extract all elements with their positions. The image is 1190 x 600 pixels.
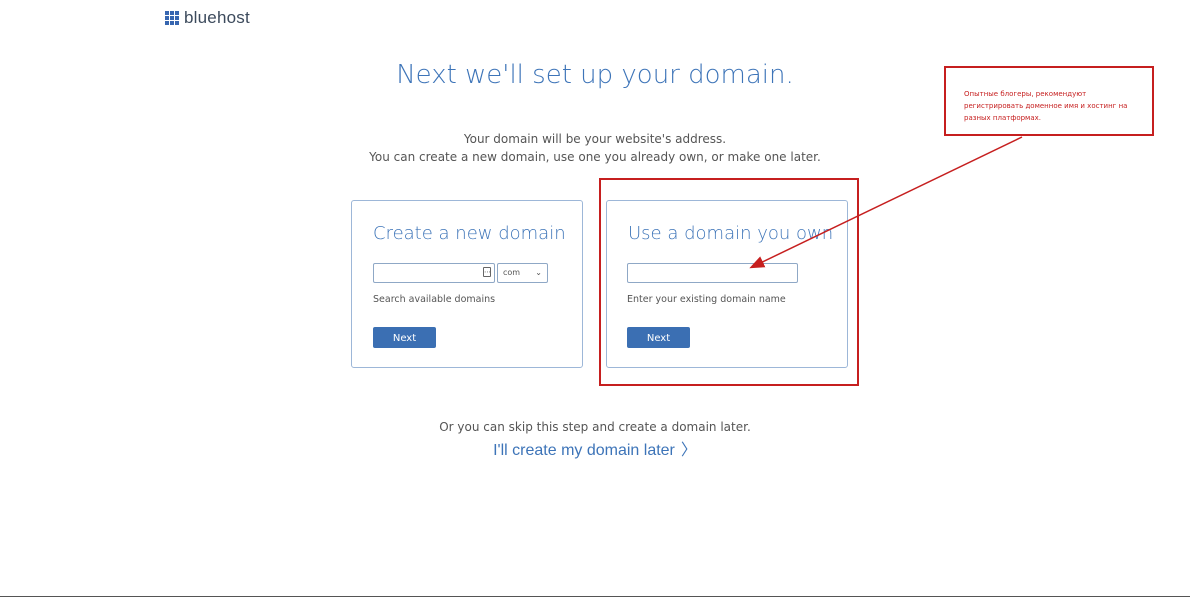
create-domain-later-link[interactable]: I'll create my domain later 〉: [493, 442, 697, 459]
password-manager-icon[interactable]: ⋯: [483, 267, 491, 277]
create-later-link-row: I'll create my domain later 〉: [0, 436, 1190, 460]
chevron-right-icon: 〉: [680, 442, 697, 459]
skip-text: Or you can skip this step and create a d…: [439, 420, 751, 434]
create-new-domain-card: Create a new domain ⋯ com ⌄ Search avail…: [351, 200, 583, 368]
new-domain-input-wrapper: ⋯: [373, 263, 495, 286]
new-domain-input[interactable]: [374, 267, 494, 286]
bluehost-logo[interactable]: bluehost: [165, 8, 250, 28]
use-own-domain-title: Use a domain you own: [628, 223, 834, 244]
subtitle-line-2: You can create a new domain, use one you…: [369, 150, 821, 164]
create-new-domain-title: Create a new domain: [373, 223, 566, 244]
new-domain-next-button[interactable]: Next: [373, 327, 436, 348]
own-domain-input-wrapper: [627, 263, 798, 286]
use-own-domain-card: Use a domain you own Enter your existing…: [606, 200, 848, 368]
chevron-down-icon: ⌄: [535, 268, 542, 277]
annotation-note-text: Опытные блогеры, рекомендуют регистриров…: [964, 90, 1128, 122]
create-domain-later-label: I'll create my domain later: [493, 442, 675, 459]
annotation-note: Опытные блогеры, рекомендуют регистриров…: [944, 66, 1154, 136]
own-domain-input[interactable]: [628, 267, 797, 286]
existing-domain-hint: Enter your existing domain name: [627, 294, 786, 305]
search-domains-hint: Search available domains: [373, 294, 496, 305]
tld-selected-value: com: [503, 268, 521, 277]
page-bottom-divider: [0, 596, 1190, 597]
logo-text: bluehost: [184, 8, 250, 27]
own-domain-next-button[interactable]: Next: [627, 327, 690, 348]
grid-logo-icon: [165, 11, 179, 25]
tld-select[interactable]: com ⌄: [497, 263, 548, 283]
